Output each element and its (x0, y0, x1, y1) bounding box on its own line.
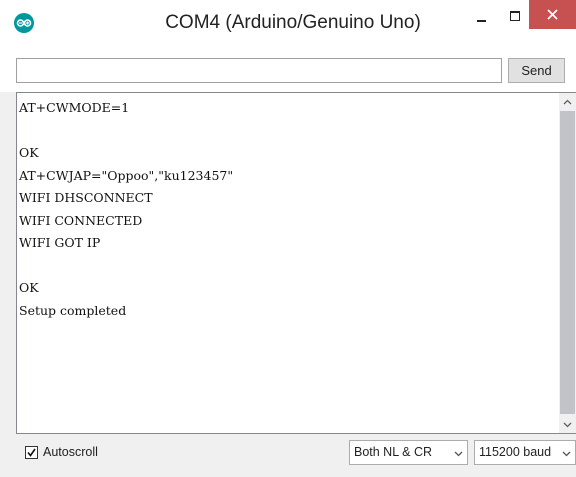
baud-rate-value: 115200 baud (479, 445, 552, 459)
output-line: WIFI GOT IP (19, 235, 101, 250)
chevron-up-icon[interactable] (559, 93, 576, 110)
status-bar: Autoscroll Both NL & CR 115200 baud (0, 434, 576, 477)
close-icon (547, 9, 558, 20)
vertical-scrollbar[interactable] (559, 93, 576, 433)
output-line: WIFI CONNECTED (19, 212, 143, 228)
output-line: WIFI DHSCONNECT (19, 190, 153, 205)
send-row: Send (0, 46, 576, 92)
minimize-icon (477, 20, 486, 22)
output-line: OK (19, 145, 39, 160)
send-button[interactable]: Send (508, 58, 565, 83)
close-button[interactable] (529, 0, 576, 29)
output-line: AT+CWMODE=1 (19, 100, 130, 115)
output-line: OK (19, 280, 39, 295)
chevron-down-icon (562, 441, 571, 466)
maximize-button[interactable] (500, 0, 530, 30)
output-text: AT+CWMODE=1 OK AT+CWJAP="Oppoo","ku123457"… (19, 97, 555, 322)
checkmark-icon (27, 448, 36, 457)
minimize-button[interactable] (466, 0, 496, 30)
serial-output[interactable]: AT+CWMODE=1 OK AT+CWJAP="Oppoo","ku123457"… (16, 92, 576, 434)
checkbox[interactable] (25, 446, 38, 459)
serial-monitor-window: COM4 (Arduino/Genuino Uno) Send AT+CWMOD… (0, 0, 576, 477)
title-bar[interactable]: COM4 (Arduino/Genuino Uno) (0, 0, 576, 46)
autoscroll-label: Autoscroll (43, 445, 98, 459)
chevron-down-icon (454, 441, 463, 466)
output-line: Setup completed (19, 302, 127, 318)
maximize-icon (510, 11, 520, 21)
chevron-down-icon[interactable] (559, 416, 576, 433)
baud-rate-select[interactable]: 115200 baud (474, 440, 576, 465)
output-line: AT+CWJAP="Oppoo","ku123457" (19, 167, 234, 183)
serial-input[interactable] (16, 58, 502, 83)
scroll-thumb[interactable] (560, 111, 575, 414)
line-ending-value: Both NL & CR (354, 445, 433, 459)
line-ending-select[interactable]: Both NL & CR (349, 440, 468, 465)
